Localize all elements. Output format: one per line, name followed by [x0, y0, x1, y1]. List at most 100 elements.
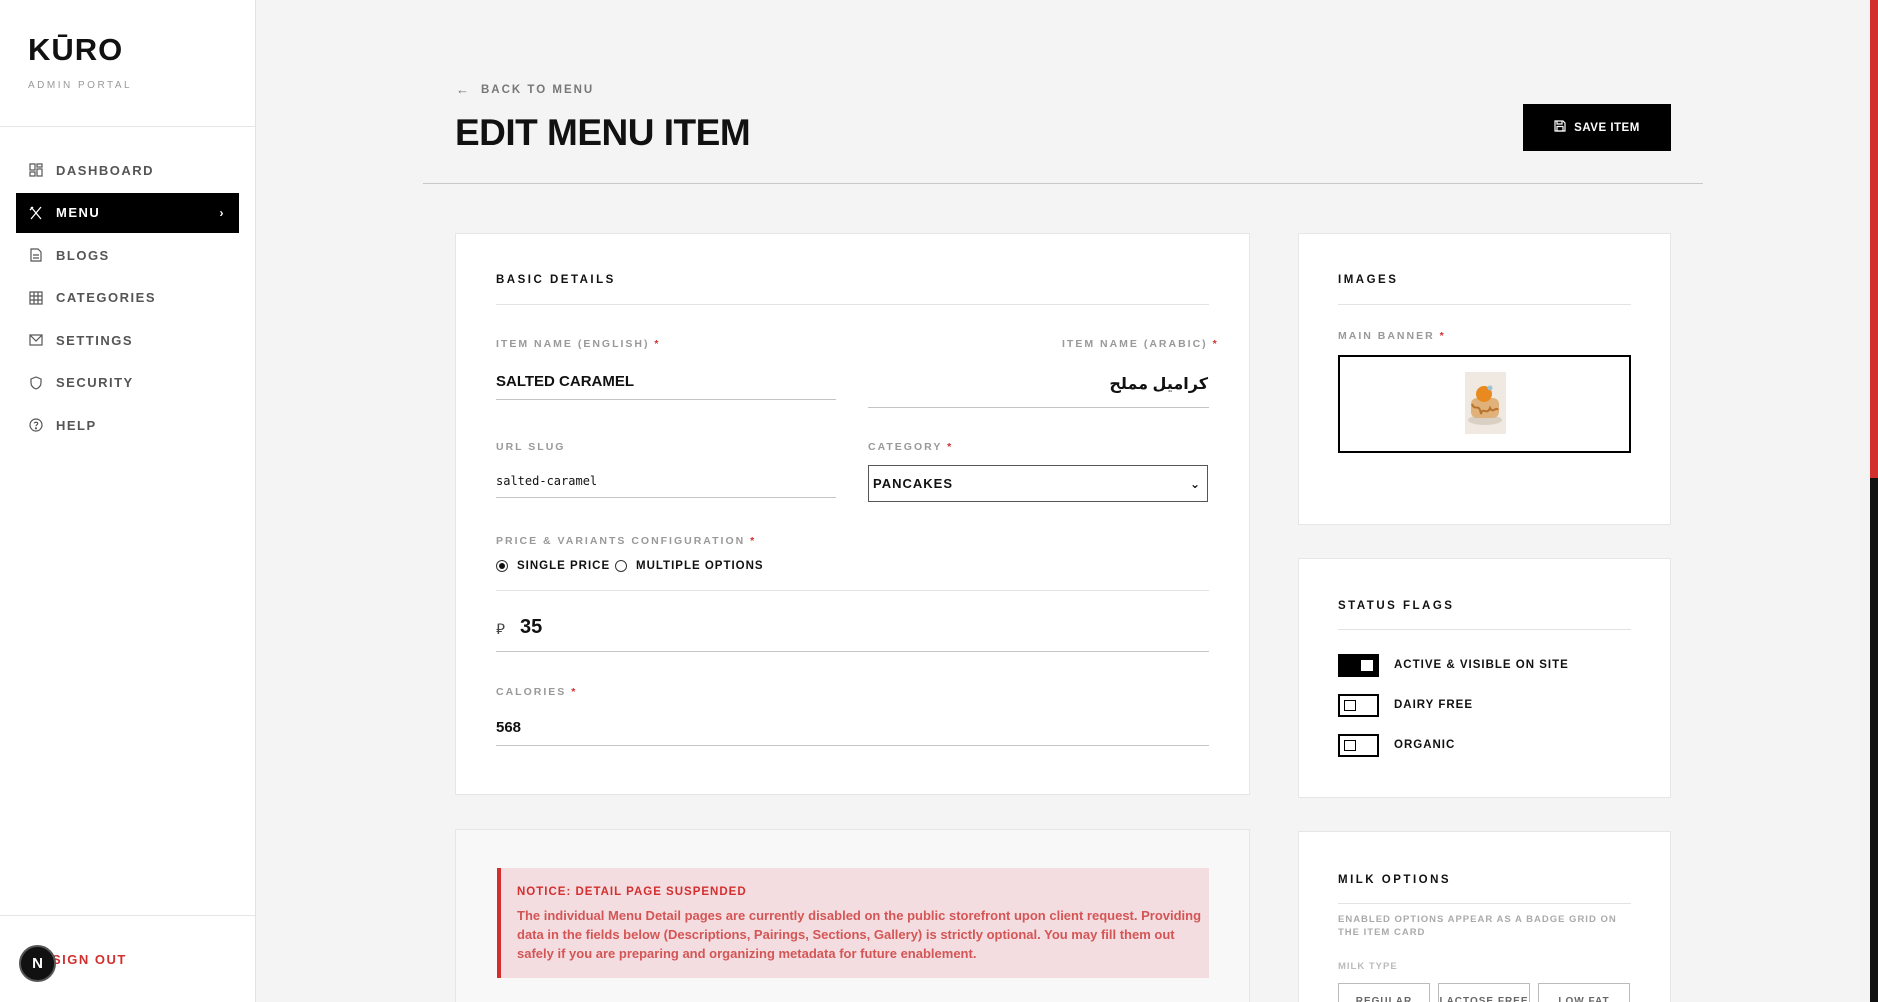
calories-input[interactable]: 568	[496, 719, 521, 736]
dairy-free-label: DAIRY FREE	[1394, 699, 1474, 711]
notice-banner: NOTICE: DETAIL PAGE SUSPENDED The indivi…	[497, 868, 1209, 978]
grid-icon	[28, 290, 44, 306]
price-input[interactable]: 35	[520, 616, 542, 639]
calories-label: CALORIES *	[496, 686, 578, 698]
sidebar-item-security[interactable]: SECURITY	[16, 363, 239, 403]
milk-option-low-fat[interactable]: LOW FAT	[1538, 983, 1630, 1002]
status-flags-title: STATUS FLAGS	[1338, 600, 1455, 612]
document-icon	[28, 247, 44, 263]
basic-details-title: BASIC DETAILS	[496, 274, 616, 286]
sidebar-item-label: DASHBOARD	[56, 162, 154, 178]
milk-type-label: MILK TYPE	[1338, 961, 1398, 972]
sidebar-item-dashboard[interactable]: DASHBOARD	[16, 150, 239, 190]
shield-icon	[28, 375, 44, 391]
dairy-free-toggle[interactable]	[1338, 694, 1379, 717]
main-banner-upload[interactable]	[1338, 355, 1631, 453]
arrow-left-icon: ←	[456, 82, 471, 97]
toggle-knob	[1344, 740, 1356, 751]
input-underline	[496, 745, 1209, 746]
save-icon	[1554, 120, 1566, 135]
radio-checked-icon	[496, 560, 508, 572]
url-slug-label: URL SLUG	[496, 441, 566, 453]
item-name-arabic-input[interactable]: كراميل مملح	[1100, 374, 1208, 394]
category-select[interactable]: PANCAKES ⌄	[868, 465, 1208, 502]
status-flags-card	[1298, 558, 1671, 798]
sidebar-item-label: HELP	[56, 417, 97, 433]
utensils-icon	[28, 205, 44, 221]
input-underline	[496, 651, 1209, 652]
help-icon	[28, 417, 44, 433]
card-divider	[496, 590, 1209, 591]
price-config-label: PRICE & VARIANTS CONFIGURATION *	[496, 535, 757, 547]
banner-thumbnail-image	[1465, 372, 1506, 434]
user-avatar[interactable]: N	[19, 945, 56, 982]
card-divider	[496, 304, 1209, 305]
sidebar-item-help[interactable]: HELP	[16, 405, 239, 445]
page-title: EDIT MENU ITEM	[455, 112, 751, 153]
card-divider	[1338, 903, 1631, 904]
mail-icon	[28, 332, 44, 348]
sidebar-item-menu[interactable]: MENU ›	[16, 192, 239, 233]
back-to-menu-link[interactable]: ← BACK TO MENU	[456, 82, 594, 97]
input-underline	[496, 399, 836, 400]
sidebar-item-label: SETTINGS	[56, 332, 134, 348]
required-marker: *	[947, 441, 954, 453]
save-item-button[interactable]: SAVE ITEM	[1523, 104, 1671, 151]
toggle-knob	[1361, 660, 1373, 671]
required-marker: *	[1439, 330, 1446, 342]
header-divider	[423, 183, 1703, 184]
sidebar-item-label: SECURITY	[56, 375, 134, 390]
chevron-down-icon: ⌄	[1189, 476, 1201, 491]
back-label: BACK TO MENU	[481, 83, 595, 96]
currency-icon: ⃁	[496, 621, 505, 638]
chevron-right-icon: ›	[219, 205, 225, 220]
single-price-radio[interactable]: SINGLE PRICE	[496, 560, 610, 572]
sidebar-nav: DASHBOARD MENU › BLOGS CATEGORIES SETTIN…	[16, 150, 239, 448]
sidebar-item-label: MENU	[56, 205, 101, 220]
milk-options-title: MILK OPTIONS	[1338, 874, 1452, 886]
sidebar-item-blogs[interactable]: BLOGS	[16, 235, 239, 275]
sidebar-divider	[0, 915, 255, 916]
organic-label: ORGANIC	[1394, 739, 1456, 751]
radio-unchecked-icon	[615, 560, 627, 572]
radio-label: SINGLE PRICE	[517, 560, 611, 572]
item-name-arabic-label: ITEM NAME (ARABIC) *	[1062, 338, 1219, 350]
milk-option-lactose-free[interactable]: LACTOSE FREE	[1438, 983, 1530, 1002]
required-marker: *	[1212, 338, 1219, 350]
brand-subtitle: ADMIN PORTAL	[28, 80, 133, 91]
sidebar-item-settings[interactable]: SETTINGS	[16, 320, 239, 360]
multiple-options-radio[interactable]: MULTIPLE OPTIONS	[615, 560, 764, 572]
milk-options-note: ENABLED OPTIONS APPEAR AS A BADGE GRID O…	[1338, 914, 1617, 938]
item-name-english-label: ITEM NAME (ENGLISH) *	[496, 338, 661, 350]
save-label: SAVE ITEM	[1574, 121, 1640, 134]
notice-title: NOTICE: DETAIL PAGE SUSPENDED	[517, 886, 747, 898]
dashboard-icon	[28, 162, 44, 178]
basic-details-card	[455, 233, 1250, 795]
required-marker: *	[654, 338, 661, 350]
organic-toggle[interactable]	[1338, 734, 1379, 757]
category-value: PANCAKES	[873, 476, 953, 491]
scrollbar-thumb[interactable]	[1870, 0, 1878, 478]
brand-logo[interactable]: KŪRO	[28, 32, 123, 68]
sidebar-divider	[0, 126, 255, 127]
active-visible-label: ACTIVE & VISIBLE ON SITE	[1394, 659, 1569, 671]
images-title: IMAGES	[1338, 274, 1399, 286]
card-divider	[1338, 629, 1631, 630]
sign-out-button[interactable]: SIGN OUT	[52, 952, 127, 967]
category-label: CATEGORY *	[868, 441, 954, 453]
url-slug-input[interactable]: salted-caramel	[496, 474, 597, 488]
milk-option-regular[interactable]: REGULAR	[1338, 983, 1430, 1002]
sidebar-item-categories[interactable]: CATEGORIES	[16, 278, 239, 318]
item-name-english-input[interactable]: SALTED CARAMEL	[496, 373, 634, 390]
input-underline	[496, 497, 836, 498]
radio-label: MULTIPLE OPTIONS	[636, 560, 764, 572]
active-visible-toggle[interactable]	[1338, 654, 1379, 677]
main-banner-label: MAIN BANNER *	[1338, 330, 1446, 342]
card-divider	[1338, 304, 1631, 305]
notice-body: The individual Menu Detail pages are cur…	[517, 908, 1202, 961]
sidebar-item-label: BLOGS	[56, 247, 110, 263]
input-underline	[868, 407, 1209, 408]
sidebar: KŪRO ADMIN PORTAL DASHBOARD MENU › BLOGS	[0, 0, 256, 1002]
required-marker: *	[750, 535, 757, 547]
sidebar-item-label: CATEGORIES	[56, 290, 156, 305]
